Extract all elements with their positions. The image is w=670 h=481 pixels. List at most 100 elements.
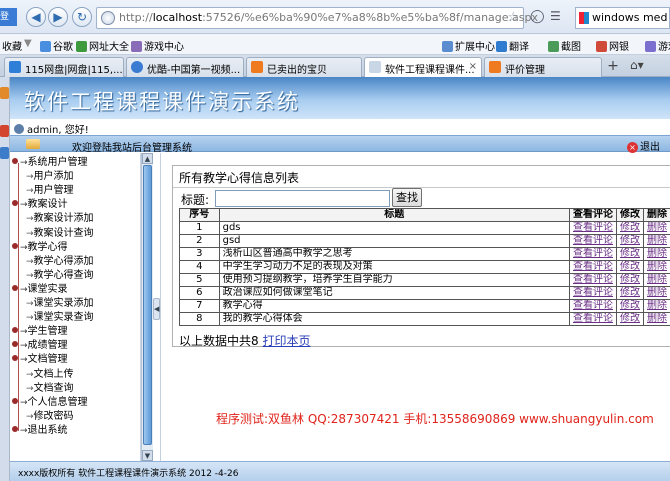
- edit-link[interactable]: 修改: [620, 275, 640, 286]
- table-row: 3 浅析山区普通高中教学之思考 查看评论 修改 删除: [179, 247, 670, 261]
- menu-group-item[interactable]: →学生管理: [12, 325, 68, 339]
- tab-youku[interactable]: 优酷-中国第一视频...: [126, 57, 244, 77]
- view-comments-link[interactable]: 查看评论: [573, 275, 613, 286]
- tree-arrow-icon: →: [20, 284, 28, 295]
- search-box[interactable]: windows med: [575, 7, 670, 29]
- collapse-arrow-icon[interactable]: ◀: [153, 298, 160, 320]
- menu-sub-item[interactable]: →教学心得添加: [26, 255, 94, 269]
- table-cell: 删除: [643, 286, 670, 300]
- fav-screenshot[interactable]: 截图: [548, 38, 581, 53]
- tab-sold[interactable]: 已卖出的宝贝: [246, 57, 362, 77]
- new-tab-icon[interactable]: +: [605, 58, 621, 74]
- menu-sub-item[interactable]: →修改密码: [26, 410, 74, 424]
- tab-reviews[interactable]: 评价管理: [484, 57, 602, 77]
- sidebar-icon-2[interactable]: [0, 125, 9, 137]
- view-comments-link[interactable]: 查看评论: [573, 262, 613, 273]
- edit-link[interactable]: 修改: [620, 314, 640, 325]
- menu-sub-item[interactable]: →文档上传: [26, 368, 74, 382]
- table-cell: 教学心得: [218, 299, 571, 313]
- address-bar[interactable]: http://localhost:57526/%e6%ba%90%e7%a8%8…: [96, 7, 538, 29]
- tab-courseware[interactable]: 软件工程课程课件... ×: [364, 57, 482, 78]
- menu-group-item[interactable]: →退出系统: [12, 424, 68, 438]
- view-comments-link[interactable]: 查看评论: [573, 301, 613, 312]
- delete-link[interactable]: 删除: [647, 262, 667, 273]
- view-comments-link[interactable]: 查看评论: [573, 236, 613, 247]
- shield-icon[interactable]: ◯: [530, 9, 545, 24]
- delete-link[interactable]: 删除: [647, 288, 667, 299]
- login-badge[interactable]: 登录: [0, 8, 17, 26]
- menu-sub-item[interactable]: →教学心得查询: [26, 269, 94, 283]
- menu-sub-item[interactable]: →用户管理: [26, 184, 74, 198]
- table-cell: 查看评论: [569, 299, 617, 313]
- menu-sub-item[interactable]: →教案设计查询: [26, 227, 94, 241]
- scroll-thumb[interactable]: [143, 165, 152, 445]
- menu-sub-item[interactable]: →用户添加: [26, 170, 74, 184]
- table-row: 5 使用预习提纲教学，培养学生自学能力 查看评论 修改 删除: [179, 273, 670, 287]
- scroll-down-icon[interactable]: ▼: [142, 450, 153, 461]
- menu-group-item[interactable]: →课堂实录: [12, 283, 68, 297]
- table-cell: 删除: [643, 299, 670, 313]
- fav-item-games[interactable]: 游戏中心: [131, 38, 184, 53]
- fav-extensions[interactable]: 扩展中心: [442, 38, 495, 53]
- menu-item-label: 教案设计查询: [33, 227, 94, 239]
- edit-link[interactable]: 修改: [620, 288, 640, 299]
- menu-sub-item[interactable]: →课堂实录添加: [26, 297, 94, 311]
- logout-button[interactable]: × 退出: [627, 138, 660, 153]
- edit-link[interactable]: 修改: [620, 301, 640, 312]
- favorites-dropdown-icon[interactable]: ▼: [24, 38, 32, 49]
- menu-group-item[interactable]: →成绩管理: [12, 339, 68, 353]
- edit-link[interactable]: 修改: [620, 249, 640, 260]
- delete-link[interactable]: 删除: [647, 301, 667, 312]
- menu-group-item[interactable]: →个人信息管理: [12, 396, 88, 410]
- forward-arrow-icon[interactable]: ▶: [48, 7, 68, 27]
- fav-bank[interactable]: 网银: [596, 38, 629, 53]
- search-button[interactable]: 查找: [392, 188, 422, 207]
- edit-link[interactable]: 修改: [620, 262, 640, 273]
- menu-group-item[interactable]: →文档管理: [12, 353, 68, 367]
- menu-icon[interactable]: ☰: [550, 9, 561, 23]
- view-comments-link[interactable]: 查看评论: [573, 314, 613, 325]
- print-link[interactable]: 打印本页: [262, 334, 310, 348]
- menu-group-item[interactable]: →教案设计: [12, 198, 68, 212]
- view-comments-link[interactable]: 查看评论: [573, 249, 613, 260]
- scroll-up-icon[interactable]: ▲: [142, 153, 153, 164]
- sidebar-icon-3[interactable]: [0, 147, 9, 159]
- home-icon[interactable]: ⌂▾: [630, 58, 654, 74]
- col-edit: 修改: [616, 208, 644, 222]
- back-arrow-icon[interactable]: ◀: [26, 7, 46, 27]
- menu-group-item[interactable]: →系统用户管理: [12, 156, 88, 170]
- menu-scrollbar[interactable]: ▲ ▼: [141, 153, 153, 461]
- fav-translate[interactable]: 翻译: [496, 38, 529, 53]
- edit-link[interactable]: 修改: [620, 223, 640, 234]
- tree-arrow-icon: →: [26, 214, 34, 225]
- view-comments-link[interactable]: 查看评论: [573, 223, 613, 234]
- favorites-collect[interactable]: 收藏: [2, 38, 22, 53]
- sidebar-icon-1[interactable]: [0, 87, 9, 99]
- fav-item-sites[interactable]: 网址大全: [76, 38, 129, 53]
- menu-sub-item[interactable]: →文档查询: [26, 382, 74, 396]
- delete-link[interactable]: 删除: [647, 249, 667, 260]
- address-url: http://localhost:57526/%e6%ba%90%e7%a8%8…: [119, 11, 538, 24]
- menu-sub-item[interactable]: →课堂实录查询: [26, 311, 94, 325]
- menu-item-label: 个人信息管理: [27, 396, 88, 408]
- tree-arrow-icon: →: [26, 369, 34, 380]
- browser-toolbar: 登录 ◀ ▶ ↻ http://localhost:57526/%e6%ba%9…: [0, 0, 670, 34]
- table-row: 2 gsd 查看评论 修改 删除: [179, 234, 670, 248]
- delete-link[interactable]: 删除: [647, 223, 667, 234]
- tab-115[interactable]: 115网盘|网盘|115,...: [4, 57, 124, 77]
- menu-sub-item[interactable]: →教案设计添加: [26, 212, 94, 226]
- delete-link[interactable]: 删除: [647, 236, 667, 247]
- delete-link[interactable]: 删除: [647, 314, 667, 325]
- table-cell: 1: [179, 221, 220, 235]
- refresh-icon[interactable]: ↻: [72, 7, 92, 27]
- close-tab-icon[interactable]: ×: [469, 61, 477, 72]
- menu-group-item[interactable]: →教学心得: [12, 241, 68, 255]
- fav-game[interactable]: 游戏: [645, 38, 670, 53]
- delete-link[interactable]: 删除: [647, 275, 667, 286]
- title-search-input[interactable]: [215, 190, 390, 207]
- tab-taobao2-icon: [489, 61, 501, 73]
- star-icon[interactable]: ☆: [507, 10, 519, 25]
- edit-link[interactable]: 修改: [620, 236, 640, 247]
- view-comments-link[interactable]: 查看评论: [573, 288, 613, 299]
- fav-item-google[interactable]: 谷歌: [40, 38, 73, 53]
